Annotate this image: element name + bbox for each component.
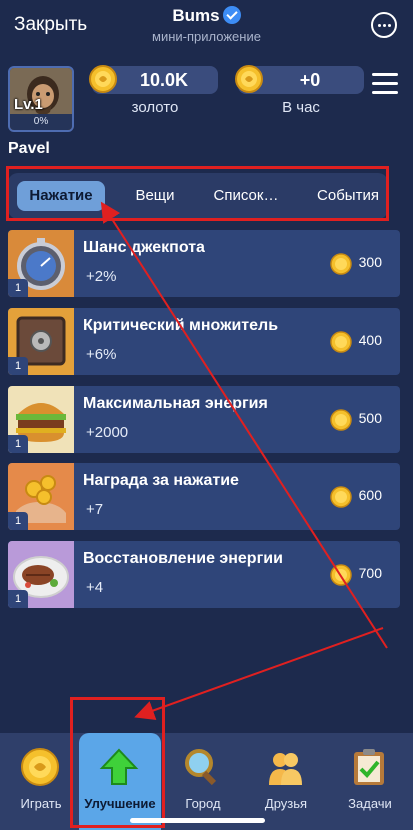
upgrade-bonus: +2000 bbox=[86, 424, 129, 441]
steak-plate-icon: 1 bbox=[8, 541, 74, 608]
upgrade-card[interactable]: 1 Награда за нажатие +7 600 bbox=[8, 463, 400, 530]
app-subtitle: мини-приложение bbox=[152, 29, 261, 44]
upgrade-title: Шанс джекпота bbox=[83, 239, 205, 256]
coin-icon bbox=[235, 65, 263, 93]
upgrade-bonus: +7 bbox=[86, 501, 104, 518]
nav-city[interactable]: Город bbox=[162, 733, 244, 830]
highlight-box-upgrade-nav bbox=[70, 697, 165, 828]
coin-icon bbox=[330, 564, 352, 586]
annotation-arrow-down bbox=[134, 627, 384, 721]
upgrade-card[interactable]: 1 Критический множитель +6% 400 bbox=[8, 308, 400, 375]
clipboard-icon bbox=[354, 749, 384, 785]
nav-label: Задачи bbox=[348, 796, 392, 811]
upgrade-title: Критический множитель bbox=[83, 317, 279, 334]
upgrade-cost: 700 bbox=[358, 565, 382, 581]
coin-icon bbox=[330, 409, 352, 431]
dot-icon bbox=[377, 23, 381, 27]
gold-label: золото bbox=[131, 99, 179, 116]
verified-icon bbox=[222, 6, 241, 24]
hourly-income: +0 bbox=[235, 65, 364, 94]
upgrade-level: 1 bbox=[8, 279, 28, 297]
upgrade-cost: 400 bbox=[358, 332, 382, 348]
dot-icon bbox=[387, 23, 391, 27]
upgrade-cost: 300 bbox=[358, 254, 382, 270]
menu-line-icon bbox=[372, 82, 398, 85]
coin-icon bbox=[330, 331, 352, 353]
home-indicator bbox=[130, 818, 265, 823]
friends-icon bbox=[269, 753, 302, 785]
nav-label: Друзья bbox=[264, 796, 308, 811]
upgrade-title: Восстановление энергии bbox=[83, 550, 283, 567]
upgrade-title: Максимальная энергия bbox=[83, 395, 268, 412]
coin-icon bbox=[330, 253, 352, 275]
nav-label: Город bbox=[185, 796, 221, 811]
upgrade-level: 1 bbox=[8, 512, 28, 530]
menu-line-icon bbox=[372, 91, 398, 94]
app-name: Bums bbox=[172, 6, 220, 25]
stopwatch-icon: 1 bbox=[8, 230, 74, 297]
upgrade-level: 1 bbox=[8, 435, 28, 453]
coin-icon bbox=[21, 748, 59, 786]
nav-friends[interactable]: Друзья bbox=[245, 733, 327, 830]
level-progress: 0% bbox=[10, 114, 72, 130]
bottom-navigation: Играть Улучшение Город Друзья Задачи bbox=[0, 733, 413, 830]
gold-value: 10.0K bbox=[139, 70, 189, 90]
upgrade-title: Награда за нажатие bbox=[83, 472, 239, 489]
avatar[interactable]: Lv.1 0% bbox=[8, 66, 74, 132]
upgrade-cost: 500 bbox=[358, 410, 382, 426]
username: Pavel bbox=[8, 140, 50, 157]
more-options-button[interactable] bbox=[371, 12, 397, 38]
upgrade-bonus: +4 bbox=[86, 579, 104, 596]
upgrade-card[interactable]: 1 Восстановление энергии +4 700 bbox=[8, 541, 400, 608]
upgrade-level: 1 bbox=[8, 357, 28, 375]
coin-icon bbox=[330, 486, 352, 508]
level-label: Lv.1 bbox=[14, 96, 43, 113]
nav-tasks[interactable]: Задачи bbox=[329, 733, 411, 830]
menu-button[interactable] bbox=[372, 73, 398, 100]
upgrade-bonus: +6% bbox=[86, 346, 117, 363]
upgrade-card[interactable]: 1 Шанс джекпота +2% 300 bbox=[8, 230, 400, 297]
burger-icon: 1 bbox=[8, 386, 74, 453]
hourly-label: В час bbox=[282, 99, 320, 116]
menu-line-icon bbox=[372, 73, 398, 76]
app-title: Bums bbox=[0, 6, 413, 26]
highlight-box-tabs bbox=[6, 166, 389, 221]
magnifier-icon bbox=[185, 749, 217, 786]
hourly-value: +0 bbox=[299, 70, 321, 90]
gold-balance: 10.0K bbox=[89, 65, 218, 94]
dot-icon bbox=[382, 23, 386, 27]
upgrade-card[interactable]: 1 Максимальная энергия +2000 500 bbox=[8, 386, 400, 453]
top-bar: Закрыть Bums мини-приложение bbox=[0, 0, 413, 52]
upgrade-level: 1 bbox=[8, 590, 28, 608]
safe-icon: 1 bbox=[8, 308, 74, 375]
upgrade-cost: 600 bbox=[358, 487, 382, 503]
coin-icon bbox=[89, 65, 117, 93]
coins-hand-icon: 1 bbox=[8, 463, 74, 530]
upgrade-bonus: +2% bbox=[86, 268, 117, 285]
